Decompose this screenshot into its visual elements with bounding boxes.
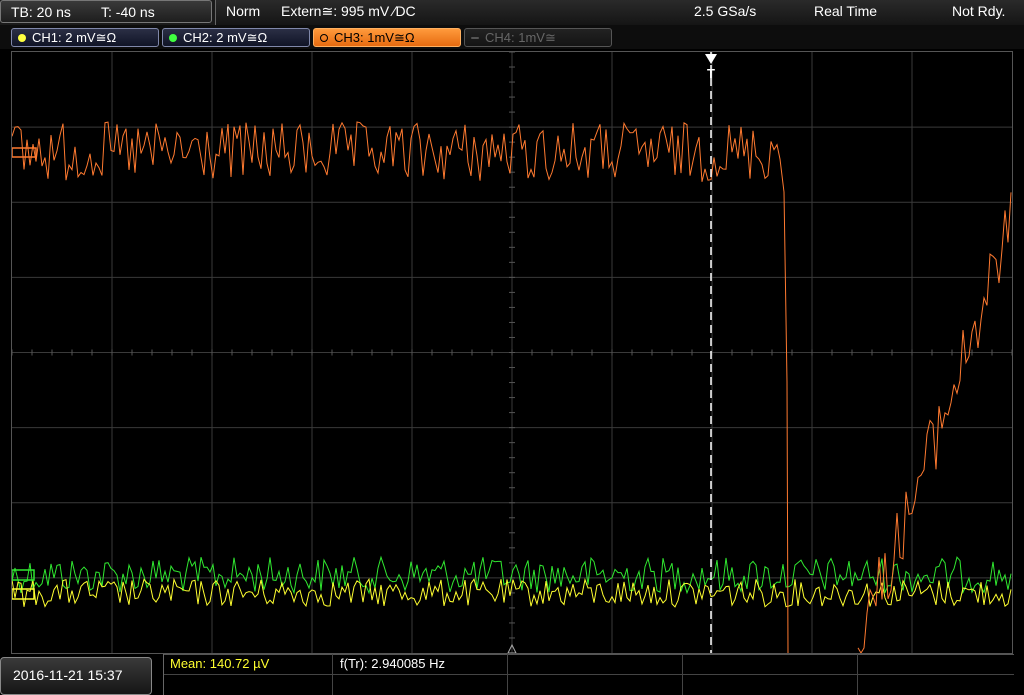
timebase-box[interactable]: TB: 20 ns T: -40 ns <box>0 0 212 23</box>
waveform-svg: T <box>11 51 1013 654</box>
date-time-box: 2016-11-21 15:37 <box>0 657 152 695</box>
channel-tab-ch1[interactable]: CH1: 2 mV≅Ω <box>11 28 159 47</box>
status-label: Not Rdy. <box>952 3 1006 19</box>
ch2-dot-icon <box>169 34 177 42</box>
acq-mode-label: Real Time <box>814 3 878 19</box>
ch4-label: CH4: 1mV≅ <box>485 30 556 45</box>
date-time-label: 2016-11-21 15:37 <box>13 667 123 683</box>
channel-tab-ch3[interactable]: CH3: 1mV≅Ω <box>313 28 461 47</box>
measurement-panel[interactable]: Mean: 140.72 µV f(Tr): 2.940085 Hz <box>163 654 1014 695</box>
ch3-trace-rising <box>857 192 1012 654</box>
ch3-label: CH3: 1mV≅Ω <box>334 30 415 45</box>
trigger-source-label: Extern≅: 995 mV ∕DC <box>281 3 416 19</box>
ch4-dash-icon <box>471 37 479 39</box>
acquisition-header[interactable]: Norm Extern≅: 995 mV ∕DC 2.5 GSa/s Real … <box>215 0 1024 25</box>
ch3-dot-icon <box>320 34 328 42</box>
frequency-measurement: f(Tr): 2.940085 Hz <box>340 656 446 671</box>
channel-tab-ch4[interactable]: CH4: 1mV≅ <box>464 28 612 47</box>
waveform-display[interactable]: T <box>11 51 1013 654</box>
trigger-arrow-icon <box>705 54 717 64</box>
timebase-label: TB: 20 ns <box>11 4 71 20</box>
trigger-mode-label: Norm <box>226 3 261 19</box>
ch1-dot-icon <box>18 34 26 42</box>
ch3-trace <box>11 121 789 654</box>
trigger-time-label: T: -40 ns <box>101 4 155 20</box>
ch2-label: CH2: 2 mV≅Ω <box>183 30 268 45</box>
mean-measurement: Mean: 140.72 µV <box>170 656 270 671</box>
trigger-marker-label: T <box>707 66 715 81</box>
ch1-label: CH1: 2 mV≅Ω <box>32 30 117 45</box>
channel-tab-ch2[interactable]: CH2: 2 mV≅Ω <box>162 28 310 47</box>
sample-rate-label: 2.5 GSa/s <box>694 3 757 19</box>
